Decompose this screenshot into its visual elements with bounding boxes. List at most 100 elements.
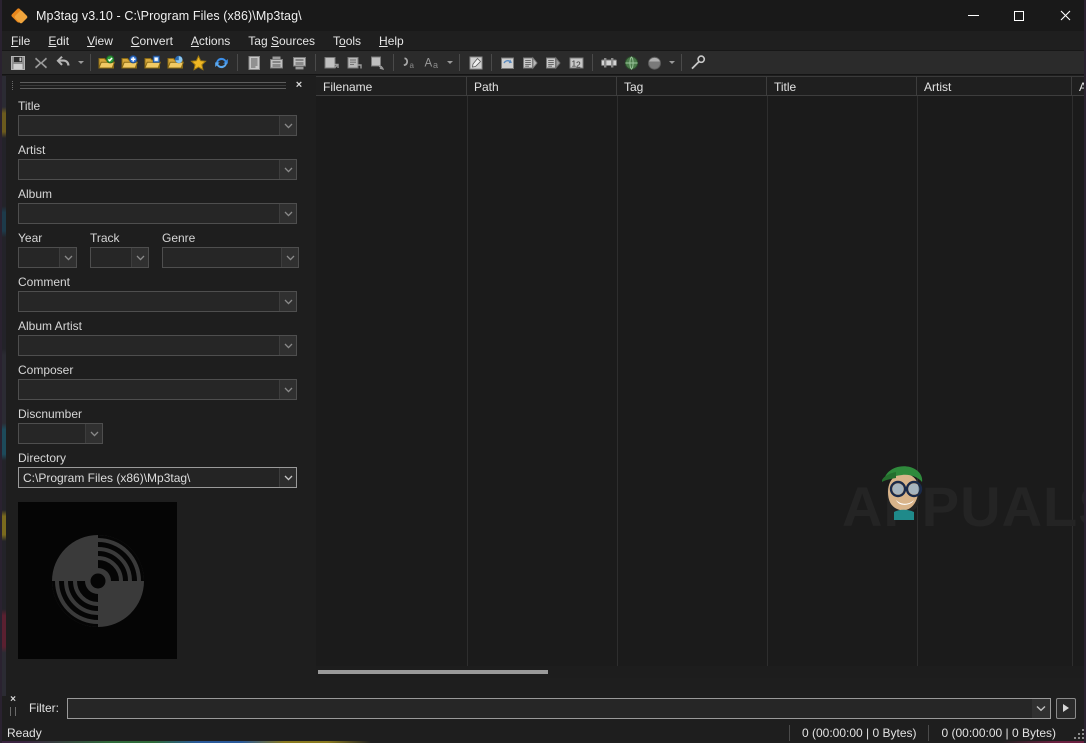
filter-bar-close-button[interactable]: × xyxy=(5,695,21,721)
composer-dropdown-chevron-icon[interactable] xyxy=(279,380,296,399)
filter-dropdown-chevron-icon[interactable] xyxy=(1032,699,1050,718)
year-label: Year xyxy=(18,231,77,245)
tag-sources-icon[interactable] xyxy=(496,52,519,74)
column-header-title-label: Title xyxy=(767,80,796,94)
discnumber-dropdown-chevron-icon[interactable] xyxy=(85,424,102,443)
menu-item-tools[interactable]: Tools xyxy=(324,32,370,50)
options-wrench-icon[interactable] xyxy=(686,52,709,74)
column-header-path[interactable]: Path xyxy=(467,77,617,96)
artist-input[interactable] xyxy=(18,159,297,180)
menu-item-file[interactable]: File xyxy=(2,32,39,50)
tag-panel-header[interactable]: × xyxy=(12,78,306,92)
favorites-star-icon[interactable] xyxy=(187,52,210,74)
comment-dropdown-chevron-icon[interactable] xyxy=(279,292,296,311)
file-list[interactable]: Filename Path Tag Title Artist Al xyxy=(316,76,1086,677)
remove-extended-tags-icon[interactable] xyxy=(542,52,565,74)
album-input[interactable] xyxy=(18,203,297,224)
toolbar-separator xyxy=(459,54,460,71)
column-header-artist[interactable]: Artist xyxy=(917,77,1072,96)
tag-panel-icon[interactable] xyxy=(242,52,265,74)
undo-icon[interactable] xyxy=(52,52,75,74)
directory-dropdown-chevron-icon[interactable] xyxy=(279,468,296,487)
year-dropdown-chevron-icon[interactable] xyxy=(59,248,76,267)
album-artist-dropdown-chevron-icon[interactable] xyxy=(279,336,296,355)
album-cover-placeholder[interactable] xyxy=(18,502,177,659)
title-dropdown-chevron-icon[interactable] xyxy=(279,116,296,135)
tag-to-filename-icon[interactable] xyxy=(288,52,311,74)
composer-label: Composer xyxy=(18,363,312,377)
toolbar-separator xyxy=(237,54,238,71)
apply-filter-button[interactable] xyxy=(1056,698,1076,719)
artist-label: Artist xyxy=(18,143,312,157)
case-conversion-dropdown-caret-icon[interactable] xyxy=(444,52,455,74)
save-icon[interactable] xyxy=(6,52,29,74)
toolbar-separator xyxy=(681,54,682,71)
undo-dropdown-caret-icon[interactable] xyxy=(75,52,86,74)
filter-bar-drag-handle[interactable] xyxy=(10,707,16,716)
track-dropdown-chevron-icon[interactable] xyxy=(131,248,148,267)
column-divider xyxy=(917,96,918,666)
horizontal-scrollbar-thumb[interactable] xyxy=(318,670,548,674)
auto-numbering-icon[interactable]: 1 2 xyxy=(565,52,588,74)
window-controls xyxy=(950,0,1086,31)
directory-input[interactable]: C:\Program Files (x86)\Mp3tag\ xyxy=(18,467,297,488)
menu-item-actions[interactable]: Actions xyxy=(182,32,239,50)
change-directory-icon[interactable] xyxy=(95,52,118,74)
menu-item-help[interactable]: Help xyxy=(370,32,413,50)
filter-input[interactable] xyxy=(67,698,1051,719)
column-header-path-label: Path xyxy=(467,80,499,94)
column-header-filename[interactable]: Filename xyxy=(316,77,467,96)
close-button[interactable] xyxy=(1042,0,1086,31)
title-input[interactable] xyxy=(18,115,297,136)
column-header-title[interactable]: Title xyxy=(767,77,917,96)
rename-icon[interactable] xyxy=(464,52,487,74)
year-input[interactable] xyxy=(18,247,77,268)
playlist-icon[interactable] xyxy=(597,52,620,74)
artist-dropdown-chevron-icon[interactable] xyxy=(279,160,296,179)
file-list-body[interactable] xyxy=(316,96,1086,678)
discnumber-input[interactable] xyxy=(18,423,103,444)
filename-to-filename-icon[interactable] xyxy=(343,52,366,74)
horizontal-scrollbar[interactable] xyxy=(316,666,1086,678)
tag-panel-close-button[interactable]: × xyxy=(292,78,306,92)
menu-item-view[interactable]: View xyxy=(78,32,122,50)
discogs-icon[interactable] xyxy=(643,52,666,74)
add-directory-icon[interactable] xyxy=(118,52,141,74)
track-input[interactable] xyxy=(90,247,149,268)
menu-item-tag-sources[interactable]: Tag Sources xyxy=(239,32,324,50)
text-file-to-tag-icon[interactable] xyxy=(366,52,389,74)
extended-tags-icon[interactable] xyxy=(519,52,542,74)
add-files-icon[interactable] xyxy=(141,52,164,74)
svg-text:A: A xyxy=(424,57,432,69)
status-bar: Ready 0 (00:00:00 | 0 Bytes) 0 (00:00:00… xyxy=(2,722,1086,743)
menu-item-convert[interactable]: Convert xyxy=(122,32,182,50)
album-artist-input[interactable] xyxy=(18,335,297,356)
menu-item-edit[interactable]: Edit xyxy=(39,32,78,50)
column-header-album-label: Al xyxy=(1072,80,1086,94)
tag-to-tag-icon[interactable] xyxy=(320,52,343,74)
refresh-directory-icon[interactable] xyxy=(164,52,187,74)
minimize-button[interactable] xyxy=(950,0,996,31)
genre-label: Genre xyxy=(162,231,299,245)
column-header-tag[interactable]: Tag xyxy=(617,77,767,96)
discogs-dropdown-caret-icon[interactable] xyxy=(666,52,677,74)
web-search-icon[interactable] xyxy=(620,52,643,74)
tag-panel-drag-handle[interactable] xyxy=(12,81,17,90)
resize-grip-icon[interactable] xyxy=(1072,726,1086,740)
menu-bar: File Edit View Convert Actions Tag Sourc… xyxy=(2,31,1086,51)
maximize-button[interactable] xyxy=(996,0,1042,31)
column-divider xyxy=(617,96,618,666)
remove-tag-icon[interactable] xyxy=(29,52,52,74)
album-dropdown-chevron-icon[interactable] xyxy=(279,204,296,223)
discnumber-label: Discnumber xyxy=(18,407,312,421)
column-header-album[interactable]: Al xyxy=(1072,77,1086,96)
comment-input[interactable] xyxy=(18,291,297,312)
genre-input[interactable] xyxy=(162,247,299,268)
quick-actions-icon[interactable]: a xyxy=(398,52,421,74)
filename-to-tag-icon[interactable] xyxy=(265,52,288,74)
tag-panel: × Title Artist Album xyxy=(6,76,312,694)
case-conversion-icon[interactable]: A a xyxy=(421,52,444,74)
genre-dropdown-chevron-icon[interactable] xyxy=(281,248,298,267)
composer-input[interactable] xyxy=(18,379,297,400)
refresh-icon[interactable] xyxy=(210,52,233,74)
